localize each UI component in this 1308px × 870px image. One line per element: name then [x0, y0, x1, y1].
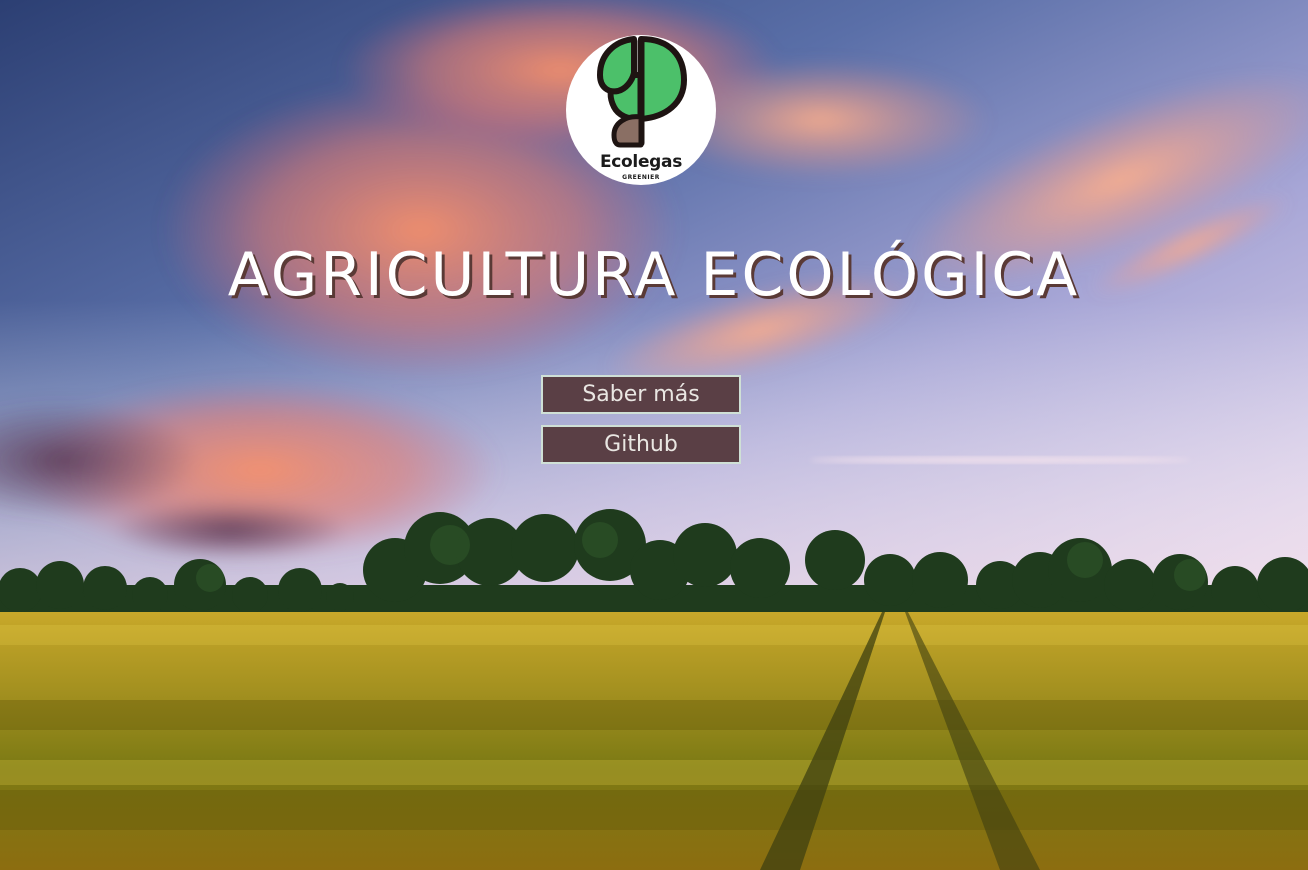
page-title: AGRICULTURA ECOLÓGICA	[227, 240, 1081, 310]
brand-name: Ecolegas	[599, 152, 683, 172]
brand-tagline: GREENIER	[622, 174, 660, 181]
brand-logo[interactable]: Ecolegas GREENIER	[566, 35, 716, 185]
hero-section: Ecolegas GREENIER AGRICULTURA ECOLÓGICA …	[0, 0, 1308, 870]
learn-more-button[interactable]: Saber más	[541, 375, 741, 414]
github-button[interactable]: Github	[541, 425, 741, 464]
